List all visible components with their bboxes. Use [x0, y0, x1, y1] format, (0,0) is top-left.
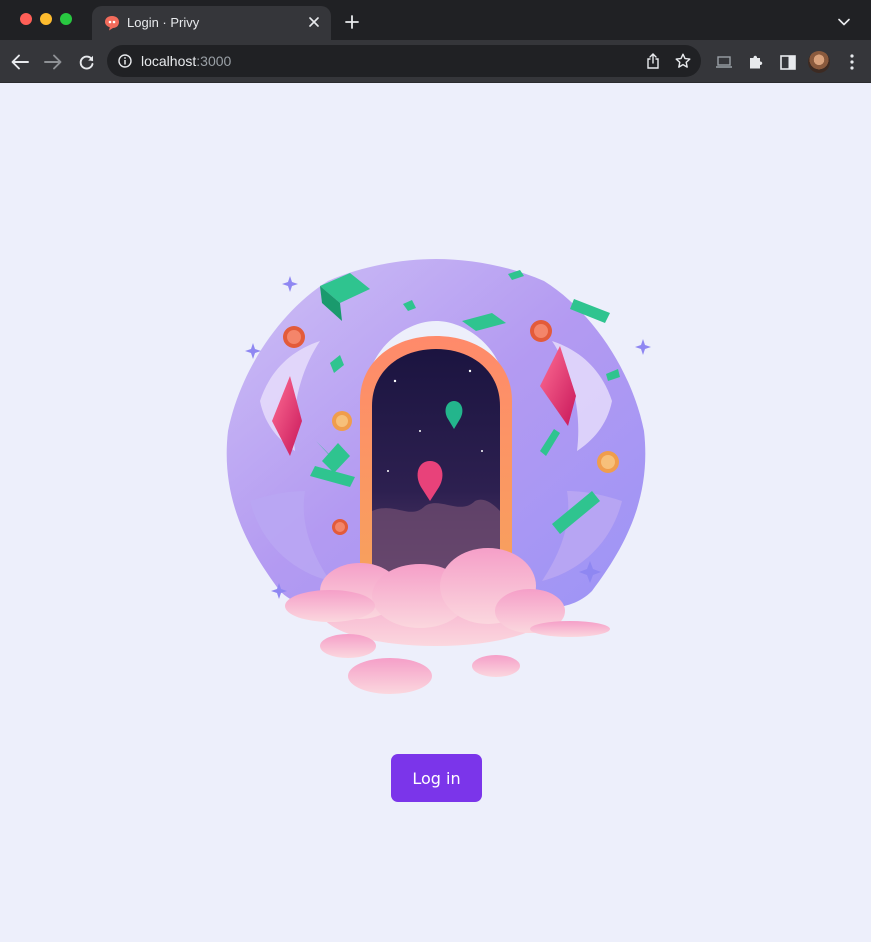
puzzle-icon[interactable] — [744, 50, 768, 74]
close-window-button[interactable] — [20, 13, 32, 25]
maximize-window-button[interactable] — [60, 13, 72, 25]
back-arrow-icon[interactable] — [8, 50, 32, 74]
privy-favicon-icon — [105, 16, 119, 31]
info-icon[interactable] — [116, 52, 134, 70]
avatar[interactable] — [808, 51, 830, 73]
portal-illustration — [226, 259, 651, 694]
side-panel-icon[interactable] — [776, 50, 800, 74]
tab-strip: Login · Privy — [0, 0, 871, 40]
cast-icon[interactable] — [712, 50, 736, 74]
url-host: localhost — [141, 53, 197, 69]
url-port: :3000 — [196, 53, 232, 69]
new-tab-plus-icon[interactable] — [342, 12, 362, 32]
browser-window: Login · Privy localhost:3000 Log in — [0, 0, 871, 942]
forward-arrow-icon[interactable] — [41, 50, 65, 74]
star-icon[interactable] — [673, 51, 693, 71]
share-icon[interactable] — [643, 51, 663, 71]
minimize-window-button[interactable] — [40, 13, 52, 25]
tab-title: Login · Privy — [127, 15, 200, 30]
kebab-menu-icon[interactable] — [840, 50, 864, 74]
url-text: localhost:3000 — [141, 53, 231, 69]
active-tab[interactable]: Login · Privy — [92, 6, 331, 40]
reload-icon[interactable] — [74, 50, 98, 74]
address-bar[interactable]: localhost:3000 — [107, 45, 701, 77]
login-button[interactable]: Log in — [391, 754, 482, 802]
chevron-down-icon[interactable] — [834, 12, 854, 32]
tab-close-icon[interactable] — [305, 13, 323, 31]
login-page: Log in — [0, 83, 871, 942]
browser-toolbar: localhost:3000 — [0, 40, 871, 83]
